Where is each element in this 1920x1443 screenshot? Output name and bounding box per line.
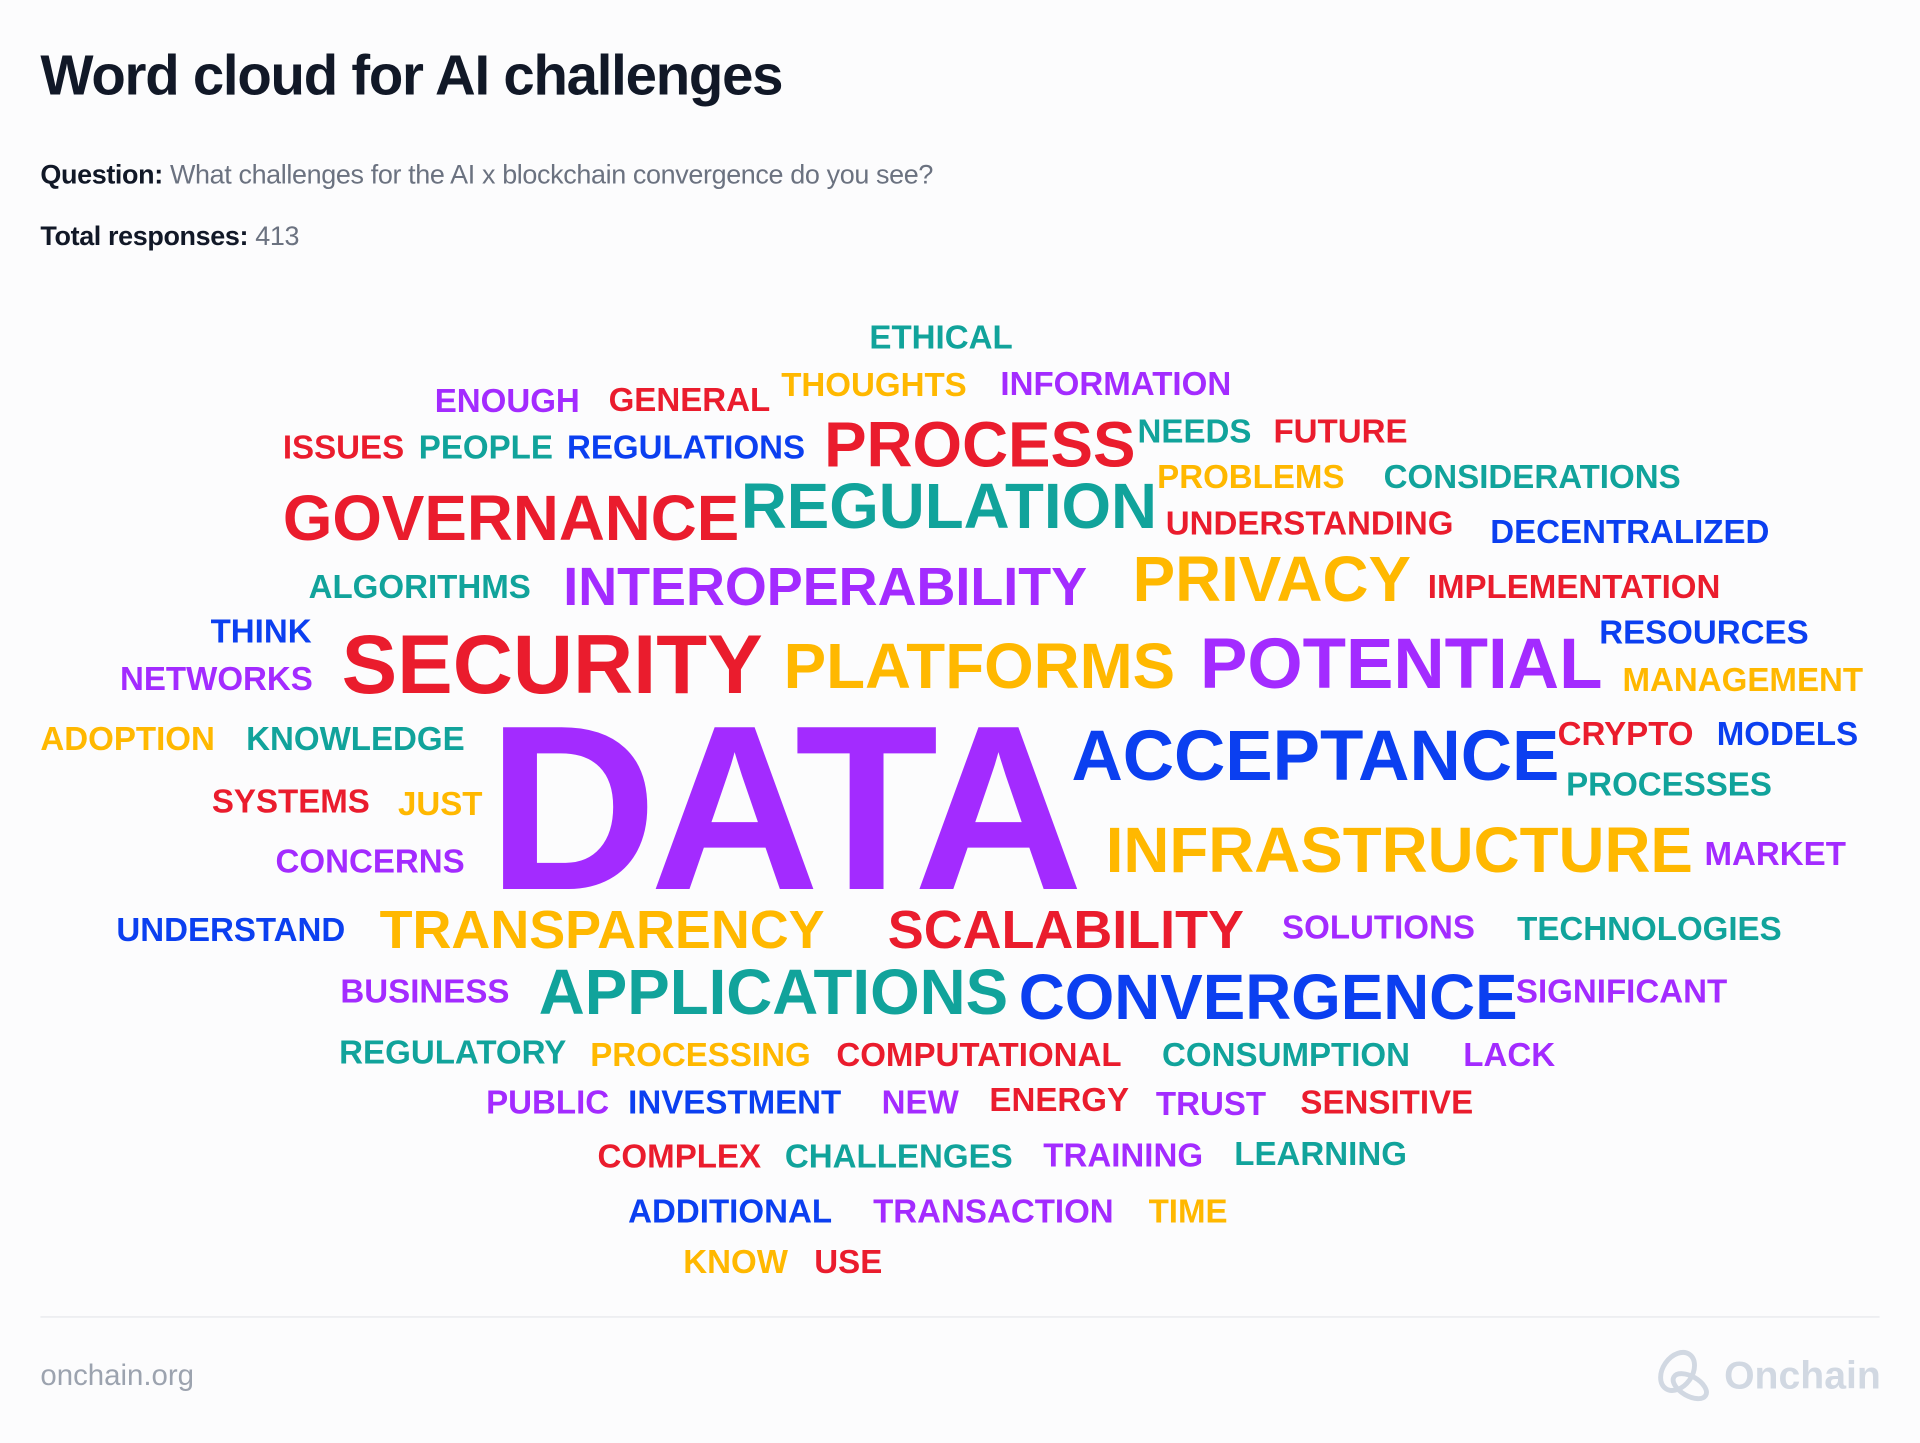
word-needs: NEEDS [1137, 413, 1252, 451]
word-privacy: PRIVACY [1132, 544, 1411, 616]
word-energy: ENERGY [989, 1081, 1130, 1119]
word-models: MODELS [1716, 715, 1859, 753]
word-convergence: CONVERGENCE [1018, 962, 1518, 1034]
word-algorithms: ALGORITHMS [308, 568, 531, 606]
word-management: MANAGEMENT [1622, 661, 1864, 699]
word-cloud-card: Word cloud for AI challenges Question: W… [0, 0, 1920, 1442]
word-just: JUST [397, 785, 483, 823]
word-potential: POTENTIAL [1200, 624, 1603, 705]
word-enough: ENOUGH [434, 382, 580, 420]
word-resources: RESOURCES [1599, 614, 1809, 651]
word-scalability: SCALABILITY [887, 900, 1244, 961]
word-governance: GOVERNANCE [282, 483, 740, 555]
page-title: Word cloud for AI challenges [40, 42, 783, 107]
word-think: THINK [210, 612, 312, 650]
onchain-logo-text: Onchain [1724, 1352, 1881, 1397]
word-data: DATA [487, 675, 1083, 940]
word-new: NEW [881, 1084, 959, 1122]
divider [40, 1316, 1880, 1318]
word-people: PEOPLE [418, 429, 553, 466]
onchain-logo: Onchain [1653, 1347, 1881, 1403]
question-text: What challenges for the AI x blockchain … [169, 159, 934, 190]
onchain-logo-icon [1658, 1349, 1709, 1402]
word-regulations: REGULATIONS [566, 429, 806, 466]
question-label: Question: [40, 159, 163, 190]
word-complex: COMPLEX [597, 1138, 762, 1175]
word-lack: LACK [1463, 1036, 1556, 1074]
responses-label: Total responses: [40, 220, 249, 252]
word-implementation: IMPLEMENTATION [1427, 568, 1721, 606]
responses-line: Total responses: 413 [40, 220, 299, 252]
word-technologies: TECHNOLOGIES [1517, 910, 1782, 948]
word-know: KNOW [683, 1243, 788, 1281]
word-general: GENERAL [608, 381, 771, 419]
word-consumption: CONSUMPTION [1162, 1036, 1411, 1074]
word-transaction: TRANSACTION [873, 1193, 1114, 1231]
word-understanding: UNDERSTANDING [1165, 505, 1454, 542]
word-solutions: SOLUTIONS [1282, 909, 1475, 946]
word-business: BUSINESS [340, 972, 510, 1010]
word-significant: SIGNIFICANT [1515, 972, 1728, 1010]
word-adoption: ADOPTION [40, 720, 215, 758]
word-trust: TRUST [1155, 1085, 1267, 1123]
word-regulation: REGULATION [740, 471, 1158, 543]
word-infrastructure: INFRASTRUCTURE [1105, 815, 1693, 887]
word-process: PROCESS [824, 410, 1136, 482]
word-information: INFORMATION [1000, 365, 1232, 403]
responses-count: 413 [255, 220, 300, 252]
word-interoperability: INTEROPERABILITY [563, 557, 1088, 618]
word-time: TIME [1148, 1193, 1228, 1231]
question-line: Question: What challenges for the AI x b… [40, 159, 933, 191]
word-knowledge: KNOWLEDGE [246, 720, 465, 758]
word-problems: PROBLEMS [1157, 458, 1345, 496]
word-ethical: ETHICAL [869, 318, 1013, 356]
word-market: MARKET [1704, 835, 1846, 873]
word-thoughts: THOUGHTS [781, 366, 967, 404]
word-understand: UNDERSTAND [116, 911, 346, 949]
word-systems: SYSTEMS [211, 783, 370, 820]
word-networks: NETWORKS [120, 660, 313, 698]
word-considerations: CONSIDERATIONS [1383, 458, 1681, 496]
word-use: USE [814, 1243, 883, 1281]
word-public: PUBLIC [486, 1084, 610, 1122]
word-processes: PROCESSES [1566, 765, 1772, 803]
word-additional: ADDITIONAL [628, 1193, 833, 1231]
word-applications: APPLICATIONS [538, 957, 1009, 1029]
word-concerns: CONCERNS [275, 843, 465, 880]
word-transparency: TRANSPARENCY [379, 900, 825, 961]
word-crypto: CRYPTO [1557, 715, 1694, 753]
word-learning: LEARNING [1234, 1135, 1407, 1173]
word-challenges: CHALLENGES [784, 1138, 1013, 1175]
word-sensitive: SENSITIVE [1300, 1084, 1474, 1122]
word-issues: ISSUES [282, 429, 405, 466]
word-regulatory: REGULATORY [339, 1034, 567, 1071]
site-link[interactable]: onchain.org [40, 1359, 194, 1393]
word-future: FUTURE [1273, 413, 1408, 451]
word-acceptance: ACCEPTANCE [1071, 716, 1560, 796]
word-training: TRAINING [1043, 1136, 1204, 1174]
word-processing: PROCESSING [590, 1036, 811, 1074]
word-decentralized: DECENTRALIZED [1490, 513, 1770, 551]
word-investment: INVESTMENT [628, 1084, 842, 1122]
word-computational: COMPUTATIONAL [836, 1036, 1122, 1074]
